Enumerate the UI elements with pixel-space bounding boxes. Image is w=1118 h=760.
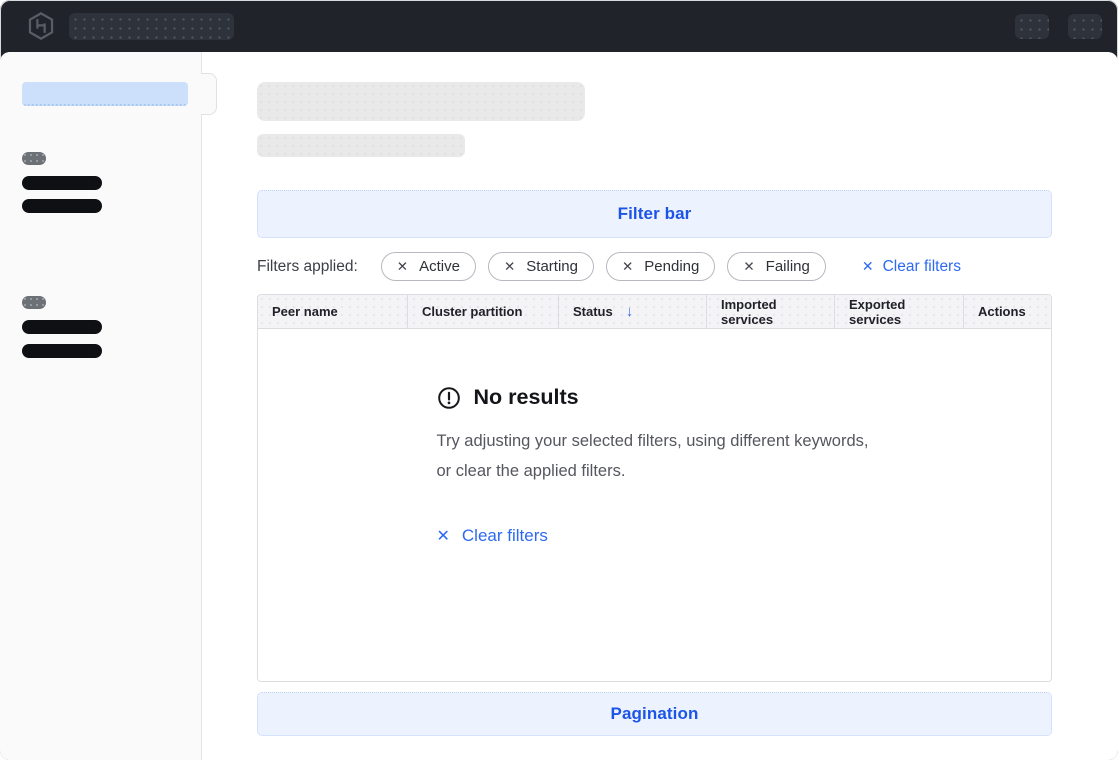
table-header-row: Peer name Cluster partition Status ↓ Imp…: [258, 295, 1051, 329]
column-header-label: Exported services: [849, 297, 949, 327]
column-header-peer-name[interactable]: Peer name: [258, 295, 407, 328]
column-header-label: Imported services: [721, 297, 820, 327]
column-header-actions: Actions: [963, 295, 1051, 328]
filter-pill-pending[interactable]: ✕ Pending: [606, 252, 715, 281]
filter-pill-active[interactable]: ✕ Active: [381, 252, 476, 281]
content-panel: Filter bar Filters applied: ✕ Active ✕ S…: [0, 52, 1118, 760]
sidebar-collapse-handle[interactable]: [201, 73, 217, 115]
close-icon: ✕: [622, 259, 633, 275]
empty-state-clear-filters-label: Clear filters: [462, 526, 548, 546]
column-header-label: Cluster partition: [422, 304, 522, 319]
empty-state-clear-filters-link[interactable]: ✕ Clear filters: [437, 526, 548, 546]
empty-state-description: Try adjusting your selected filters, usi…: [437, 427, 873, 486]
screenshot: Filter bar Filters applied: ✕ Active ✕ S…: [0, 0, 1118, 760]
close-icon: ✕: [437, 526, 450, 546]
filters-applied-label: Filters applied:: [257, 258, 358, 276]
user-menu-placeholder[interactable]: [1068, 14, 1102, 39]
filter-pill-label: Failing: [766, 258, 810, 275]
pagination-label: Pagination: [611, 704, 699, 724]
page-subtitle-placeholder: [257, 134, 465, 157]
column-header-cluster-partition[interactable]: Cluster partition: [407, 295, 558, 328]
close-icon: ✕: [743, 259, 754, 275]
help-button-placeholder[interactable]: [1015, 14, 1049, 39]
filter-bar-label: Filter bar: [618, 204, 692, 224]
close-icon: ✕: [397, 259, 408, 275]
peers-table: Peer name Cluster partition Status ↓ Imp…: [257, 294, 1052, 682]
sidebar-item[interactable]: [22, 176, 102, 190]
sidebar-item[interactable]: [22, 199, 102, 213]
sidebar: [0, 52, 202, 760]
clear-filters-label: Clear filters: [883, 258, 961, 276]
table-body: No results Try adjusting your selected f…: [258, 329, 1051, 681]
filter-pill-label: Active: [419, 258, 460, 275]
filter-bar-slot: Filter bar: [257, 190, 1052, 238]
clear-filters-link[interactable]: ✕ Clear filters: [862, 258, 961, 276]
main-area: Filter bar Filters applied: ✕ Active ✕ S…: [202, 52, 1118, 760]
close-icon: ✕: [862, 258, 874, 275]
column-header-label: Status: [573, 304, 613, 319]
top-nav-bar: [0, 0, 1118, 52]
sidebar-item-selected[interactable]: [22, 82, 188, 106]
sidebar-section-badge: [22, 296, 46, 309]
column-header-exported-services[interactable]: Exported services: [834, 295, 963, 328]
page-title-placeholder: [257, 82, 585, 121]
column-header-label: Peer name: [272, 304, 338, 319]
sort-descending-icon[interactable]: ↓: [626, 303, 634, 320]
filter-pill-failing[interactable]: ✕ Failing: [727, 252, 826, 281]
pagination-slot: Pagination: [257, 692, 1052, 736]
empty-state-title: No results: [474, 385, 579, 410]
search-placeholder[interactable]: [69, 13, 234, 40]
hashicorp-logo-icon: [26, 11, 56, 41]
app-window: Filter bar Filters applied: ✕ Active ✕ S…: [0, 0, 1118, 760]
column-header-label: Actions: [978, 304, 1026, 319]
filter-pill-label: Pending: [644, 258, 699, 275]
sidebar-item[interactable]: [22, 320, 102, 334]
column-header-status[interactable]: Status ↓: [558, 295, 706, 328]
sidebar-item[interactable]: [22, 344, 102, 358]
close-icon: ✕: [504, 259, 515, 275]
filter-pill-label: Starting: [526, 258, 578, 275]
applied-filters-row: Filters applied: ✕ Active ✕ Starting ✕ P…: [257, 252, 1052, 281]
alert-circle-icon: [437, 386, 461, 410]
sidebar-section-badge: [22, 152, 46, 165]
filter-pill-starting[interactable]: ✕ Starting: [488, 252, 594, 281]
empty-state: No results Try adjusting your selected f…: [437, 329, 873, 681]
empty-state-header: No results: [437, 385, 873, 410]
column-header-imported-services[interactable]: Imported services: [706, 295, 834, 328]
